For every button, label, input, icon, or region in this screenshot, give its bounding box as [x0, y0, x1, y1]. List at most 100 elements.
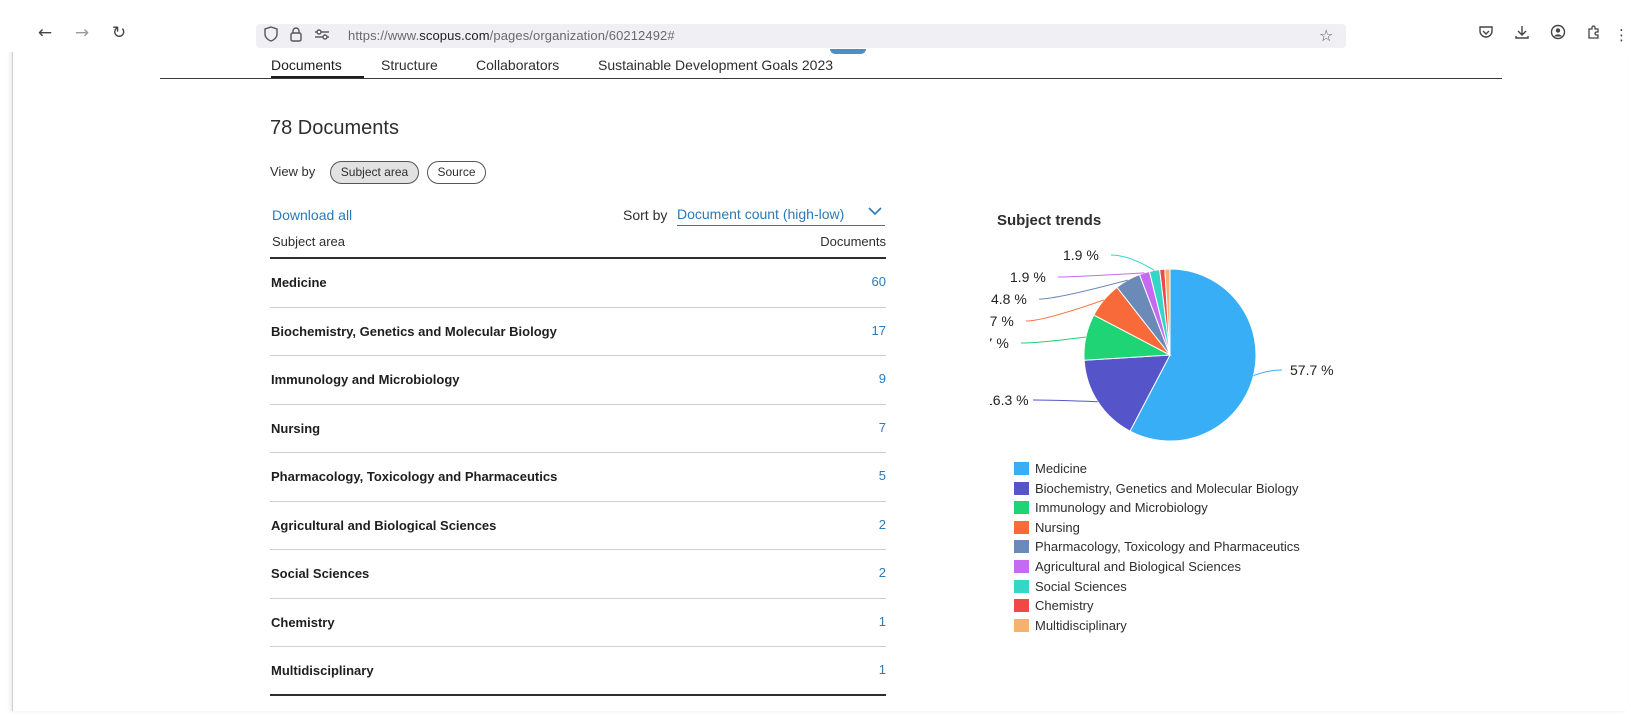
table-row: Multidisciplinary 1 [270, 647, 886, 696]
url-path: /pages/organization/60212492# [489, 28, 675, 43]
document-count-link[interactable]: 7 [879, 420, 886, 436]
document-count-link[interactable]: 1 [879, 614, 886, 630]
pie-label-connector [1032, 399, 1098, 403]
subject-name: Medicine [271, 275, 327, 290]
legend-label: Nursing [1035, 519, 1080, 535]
pie-percent-label: 6.7 % [990, 313, 1014, 329]
pie-label-connector [1253, 369, 1283, 377]
view-by-subject-area-button[interactable]: Subject area [330, 161, 419, 184]
page-title: 78 Documents [270, 117, 399, 139]
pie-label-connector [1057, 272, 1145, 278]
legend-label: Social Sciences [1035, 578, 1127, 594]
sort-by-select[interactable]: Document count (high-low) [677, 205, 885, 226]
subject-trends-pie-chart: 57.7 % 16.3 % 8.7 % 6.7 % 4.8 % 1.9 % 1.9 % [990, 247, 1334, 442]
pie-percent-label: 4.8 % [991, 291, 1027, 307]
legend-swatch [1014, 559, 1029, 573]
document-count-link[interactable]: 17 [872, 323, 886, 339]
lock-icon[interactable] [290, 26, 302, 48]
menu-icon[interactable]: ⋮ [1614, 24, 1629, 46]
forward-icon[interactable]: → [71, 22, 93, 44]
pie-label-connector [1020, 336, 1086, 344]
legend-swatch [1014, 481, 1029, 495]
url-text[interactable]: https://www.scopus.com/pages/organizatio… [348, 27, 675, 45]
legend-item-immunology-and-microbiology[interactable]: Immunology and Microbiology [1014, 500, 1300, 520]
table-row: Biochemistry, Genetics and Molecular Bio… [270, 308, 886, 356]
tab-sdg-2023[interactable]: Sustainable Development Goals 2023 [598, 56, 833, 74]
url-prefix: https://www. [348, 28, 420, 43]
pie-percent-label: 8.7 % [990, 335, 1009, 351]
legend-label: Agricultural and Biological Sciences [1035, 558, 1241, 574]
document-count-link[interactable]: 60 [872, 274, 886, 290]
subject-name: Biochemistry, Genetics and Molecular Bio… [271, 323, 557, 339]
legend-item-pharmacology-toxicology-and-pharmaceutics[interactable]: Pharmacology, Toxicology and Pharmaceuti… [1014, 539, 1300, 559]
chart-legend: Medicine Biochemistry, Genetics and Molec… [1014, 461, 1300, 637]
legend-label: Medicine [1035, 461, 1088, 476]
chevron-down-icon [867, 204, 883, 222]
legend-swatch [1014, 462, 1029, 475]
subject-name: Social Sciences [271, 566, 370, 581]
pie-percent-label: 57.7 % [1290, 362, 1334, 378]
shield-icon[interactable] [264, 26, 278, 48]
view-by-source-button[interactable]: Source [427, 161, 486, 184]
address-bar[interactable]: https://www.scopus.com/pages/organizatio… [256, 24, 1346, 48]
bookmark-star-icon[interactable]: ☆ [1319, 26, 1333, 46]
legend-item-chemistry[interactable]: Chemistry [1014, 598, 1300, 618]
legend-item-nursing[interactable]: Nursing [1014, 520, 1300, 540]
pie-percent-label: 16.3 % [990, 392, 1029, 408]
download-icon[interactable] [1511, 24, 1533, 46]
subject-name: Chemistry [271, 614, 335, 630]
url-domain: scopus.com [419, 28, 490, 43]
tab-badge [830, 49, 866, 54]
legend-item-multidisciplinary[interactable]: Multidisciplinary [1014, 618, 1300, 638]
account-icon[interactable] [1547, 24, 1569, 46]
table-row: Chemistry 1 [270, 599, 886, 647]
tab-structure[interactable]: Structure [381, 56, 438, 74]
legend-item-medicine[interactable]: Medicine [1014, 461, 1300, 481]
tab-collaborators[interactable]: Collaborators [476, 56, 559, 74]
column-header-documents: Documents [820, 234, 886, 249]
table-row: Nursing 7 [270, 405, 886, 453]
legend-swatch [1014, 618, 1029, 632]
pocket-icon[interactable] [1475, 24, 1497, 46]
legend-item-biochemistry-genetics-and-molecular-biology[interactable]: Biochemistry, Genetics and Molecular Bio… [1014, 481, 1300, 501]
subject-name: Multidisciplinary [271, 663, 374, 678]
legend-swatch [1014, 520, 1029, 534]
legend-item-agricultural-and-biological-sciences[interactable]: Agricultural and Biological Sciences [1014, 559, 1300, 579]
table-row: Pharmacology, Toxicology and Pharmaceuti… [270, 453, 886, 502]
legend-label: Immunology and Microbiology [1035, 500, 1208, 516]
table-row: Agricultural and Biological Sciences 2 [270, 502, 886, 550]
document-count-link[interactable]: 5 [879, 468, 886, 484]
legend-swatch [1014, 599, 1029, 613]
legend-label: Chemistry [1035, 598, 1094, 614]
pie-label-connector [1110, 254, 1155, 271]
subject-name: Nursing [271, 420, 321, 436]
document-count-link[interactable]: 1 [879, 662, 886, 678]
table-row: Social Sciences 2 [270, 550, 886, 599]
extensions-icon[interactable] [1583, 24, 1605, 46]
legend-swatch [1014, 501, 1029, 515]
legend-swatch [1014, 579, 1029, 593]
back-icon[interactable]: ← [34, 22, 56, 44]
sort-by-value: Document count (high-low) [677, 206, 845, 222]
column-header-subject: Subject area [272, 234, 345, 249]
chart-title: Subject trends [997, 212, 1102, 229]
view-by-label: View by [270, 164, 316, 179]
subject-name: Immunology and Microbiology [271, 372, 460, 387]
table-row: Medicine 60 [270, 259, 886, 308]
legend-swatch [1014, 540, 1029, 554]
legend-label: Multidisciplinary [1035, 617, 1127, 633]
legend-label: Pharmacology, Toxicology and Pharmaceuti… [1035, 539, 1300, 555]
sort-by-label: Sort by [623, 207, 668, 223]
tab-documents[interactable]: Documents [271, 56, 342, 74]
download-all-link[interactable]: Download all [272, 206, 352, 224]
tab-divider [160, 78, 1502, 79]
document-count-link[interactable]: 2 [879, 517, 886, 533]
permissions-icon[interactable] [314, 26, 330, 48]
legend-item-social-sciences[interactable]: Social Sciences [1014, 579, 1300, 599]
document-count-link[interactable]: 9 [879, 371, 886, 387]
table-row: Immunology and Microbiology 9 [270, 356, 886, 405]
document-count-link[interactable]: 2 [879, 565, 886, 581]
browser-toolbar: ← → ↻ https://www.scopus.com/pages/organ… [0, 0, 1631, 52]
pie-percent-label: 1.9 % [1010, 269, 1046, 285]
reload-icon[interactable]: ↻ [108, 22, 130, 44]
